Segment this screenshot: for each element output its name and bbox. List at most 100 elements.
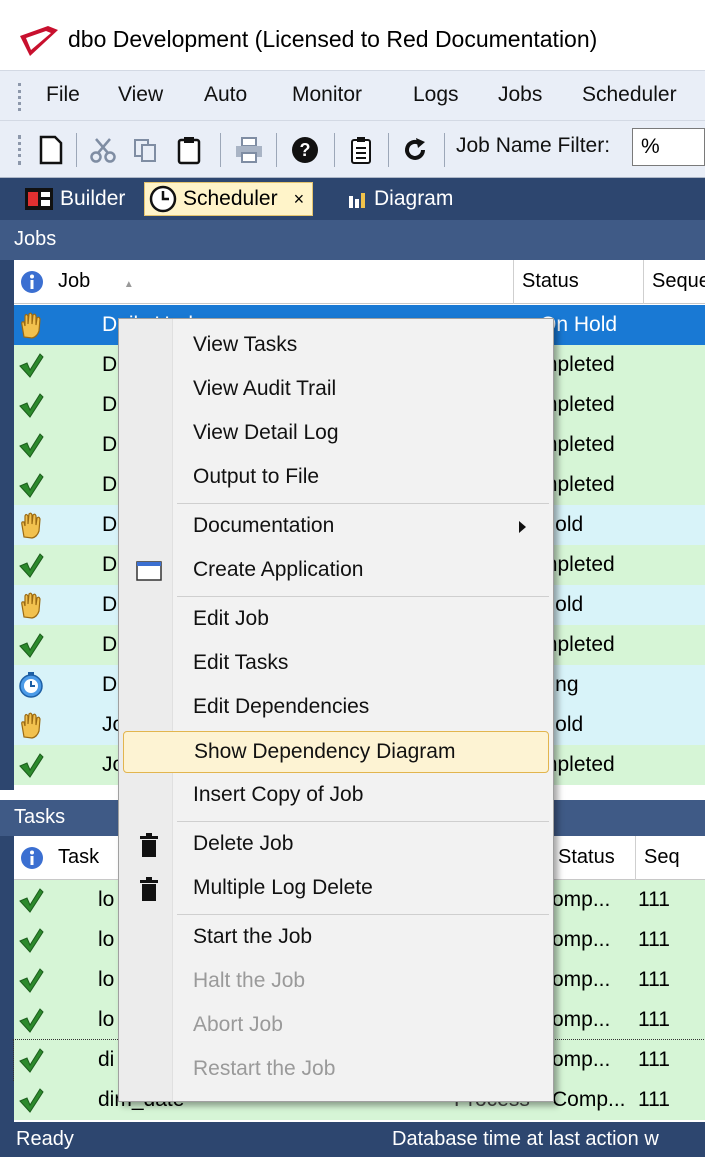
title-bar: dbo Development (Licensed to Red Documen… — [0, 0, 705, 80]
menu-file[interactable]: File — [46, 83, 80, 107]
menu-item-view-tasks[interactable]: View Tasks — [123, 325, 549, 367]
menu-grip[interactable] — [18, 83, 22, 111]
menu-item-documentation[interactable]: Documentation — [123, 506, 549, 548]
tab-builder[interactable]: Builder — [24, 182, 125, 216]
tab-diagram[interactable]: Diagram — [346, 182, 453, 216]
info-icon — [21, 847, 43, 869]
menu-item-view-audit-trail[interactable]: View Audit Trail — [123, 369, 549, 411]
builder-icon — [25, 188, 53, 210]
menu-separator — [177, 914, 549, 915]
tab-builder-label: Builder — [60, 187, 126, 210]
menu-item-label: View Detail Log — [193, 421, 339, 444]
menu-item-halt-the-job: Halt the Job — [123, 961, 549, 1003]
menu-item-output-to-file[interactable]: Output to File — [123, 457, 549, 499]
check-icon — [19, 1088, 44, 1113]
menu-item-label: View Tasks — [193, 333, 298, 356]
menu-item-label: Output to File — [193, 465, 320, 488]
menu-item-view-detail-log[interactable]: View Detail Log — [123, 413, 549, 455]
task-name: lo — [98, 888, 115, 911]
column-job[interactable]: Job ▲ — [50, 260, 514, 304]
task-name: lo — [98, 928, 115, 951]
close-tab-icon[interactable]: × — [294, 189, 305, 210]
job-name: D — [102, 673, 118, 696]
column-seq[interactable]: Seq — [636, 836, 705, 880]
menu-item-delete-job[interactable]: Delete Job — [123, 824, 549, 866]
menu-jobs[interactable]: Jobs — [498, 83, 542, 107]
check-icon — [19, 928, 44, 953]
task-status: omp... — [552, 1008, 611, 1031]
bar-chart-icon — [349, 193, 365, 208]
refresh-icon[interactable] — [398, 131, 432, 169]
menu-bar: File View Auto Monitor Logs Jobs Schedul… — [0, 70, 705, 120]
menu-item-insert-copy-of-job[interactable]: Insert Copy of Job — [123, 775, 549, 817]
menu-item-show-dependency-diagram[interactable]: Show Dependency Diagram — [123, 731, 549, 773]
menu-item-label: Edit Tasks — [193, 651, 289, 674]
waiting-clock-icon — [19, 672, 43, 698]
menu-item-label: Show Dependency Diagram — [194, 740, 456, 763]
menu-item-label: Edit Job — [193, 607, 269, 630]
task-seq: 111 — [638, 928, 670, 951]
print-icon[interactable] — [232, 131, 266, 169]
menu-scheduler[interactable]: Scheduler — [582, 83, 677, 107]
menu-item-edit-tasks[interactable]: Edit Tasks — [123, 643, 549, 685]
job-name: D — [102, 593, 118, 616]
menu-item-label: Halt the Job — [193, 969, 306, 992]
info-icon — [21, 271, 43, 293]
check-icon — [19, 888, 44, 913]
paste-icon[interactable] — [172, 131, 206, 169]
jobs-grid-header: Job ▲ Status Seque — [14, 260, 705, 304]
menu-item-abort-job: Abort Job — [123, 1005, 549, 1047]
task-name: lo — [98, 1008, 115, 1031]
document-tab-bar: Builder Scheduler × Diagram — [0, 178, 705, 220]
help-icon[interactable]: ? — [288, 131, 322, 169]
check-icon — [19, 633, 44, 658]
check-icon — [19, 968, 44, 993]
menu-item-label: Delete Job — [193, 832, 294, 855]
submenu-arrow-icon — [519, 521, 526, 533]
cut-icon[interactable] — [86, 131, 120, 169]
menu-item-label: View Audit Trail — [193, 377, 337, 400]
menu-item-label: Create Application — [193, 558, 364, 581]
menu-item-label: Documentation — [193, 514, 335, 537]
job-name-filter-input[interactable] — [632, 128, 705, 166]
menu-item-restart-the-job: Restart the Job — [123, 1049, 549, 1091]
task-status: omp... — [552, 1048, 611, 1071]
menu-item-edit-dependencies[interactable]: Edit Dependencies — [123, 687, 549, 729]
menu-logs[interactable]: Logs — [413, 83, 459, 107]
menu-item-start-the-job[interactable]: Start the Job — [123, 917, 549, 959]
hold-hand-icon — [21, 312, 41, 339]
clipboard-list-icon[interactable] — [344, 131, 378, 169]
job-name: D — [102, 353, 118, 376]
menu-auto[interactable]: Auto — [204, 83, 247, 107]
menu-item-edit-job[interactable]: Edit Job — [123, 599, 549, 641]
menu-separator — [177, 503, 549, 504]
menu-item-multiple-log-delete[interactable]: Multiple Log Delete — [123, 868, 549, 910]
job-context-menu: View Tasks View Audit Trail View Detail Lo… — [118, 318, 554, 1102]
task-seq: 111 — [638, 1048, 670, 1071]
task-seq: 111 — [638, 888, 670, 911]
menu-item-create-application[interactable]: Create Application — [123, 550, 549, 592]
column-status[interactable]: Status — [514, 260, 644, 304]
toolbar-grip[interactable] — [18, 135, 22, 165]
window-icon — [136, 561, 162, 581]
copy-icon[interactable] — [128, 131, 162, 169]
hold-hand-icon — [21, 592, 41, 619]
task-status: omp... — [552, 888, 611, 911]
check-icon — [19, 393, 44, 418]
job-name: D — [102, 433, 118, 456]
new-document-icon[interactable] — [34, 131, 68, 169]
svg-text:?: ? — [300, 140, 311, 160]
column-task-status[interactable]: Status — [550, 836, 636, 880]
sort-ascending-icon: ▲ — [123, 279, 134, 290]
job-name-filter-label: Job Name Filter: — [456, 134, 611, 157]
menu-monitor[interactable]: Monitor — [292, 83, 362, 107]
check-icon — [19, 473, 44, 498]
column-sequence[interactable]: Seque — [644, 260, 705, 304]
hold-hand-icon — [21, 712, 41, 739]
task-seq: 111 — [638, 968, 670, 991]
status-bar: Ready Database time at last action w — [0, 1122, 705, 1157]
menu-view[interactable]: View — [118, 83, 163, 107]
tab-scheduler[interactable]: Scheduler × — [144, 182, 314, 216]
trash-icon — [140, 833, 158, 857]
job-name: D — [102, 393, 118, 416]
